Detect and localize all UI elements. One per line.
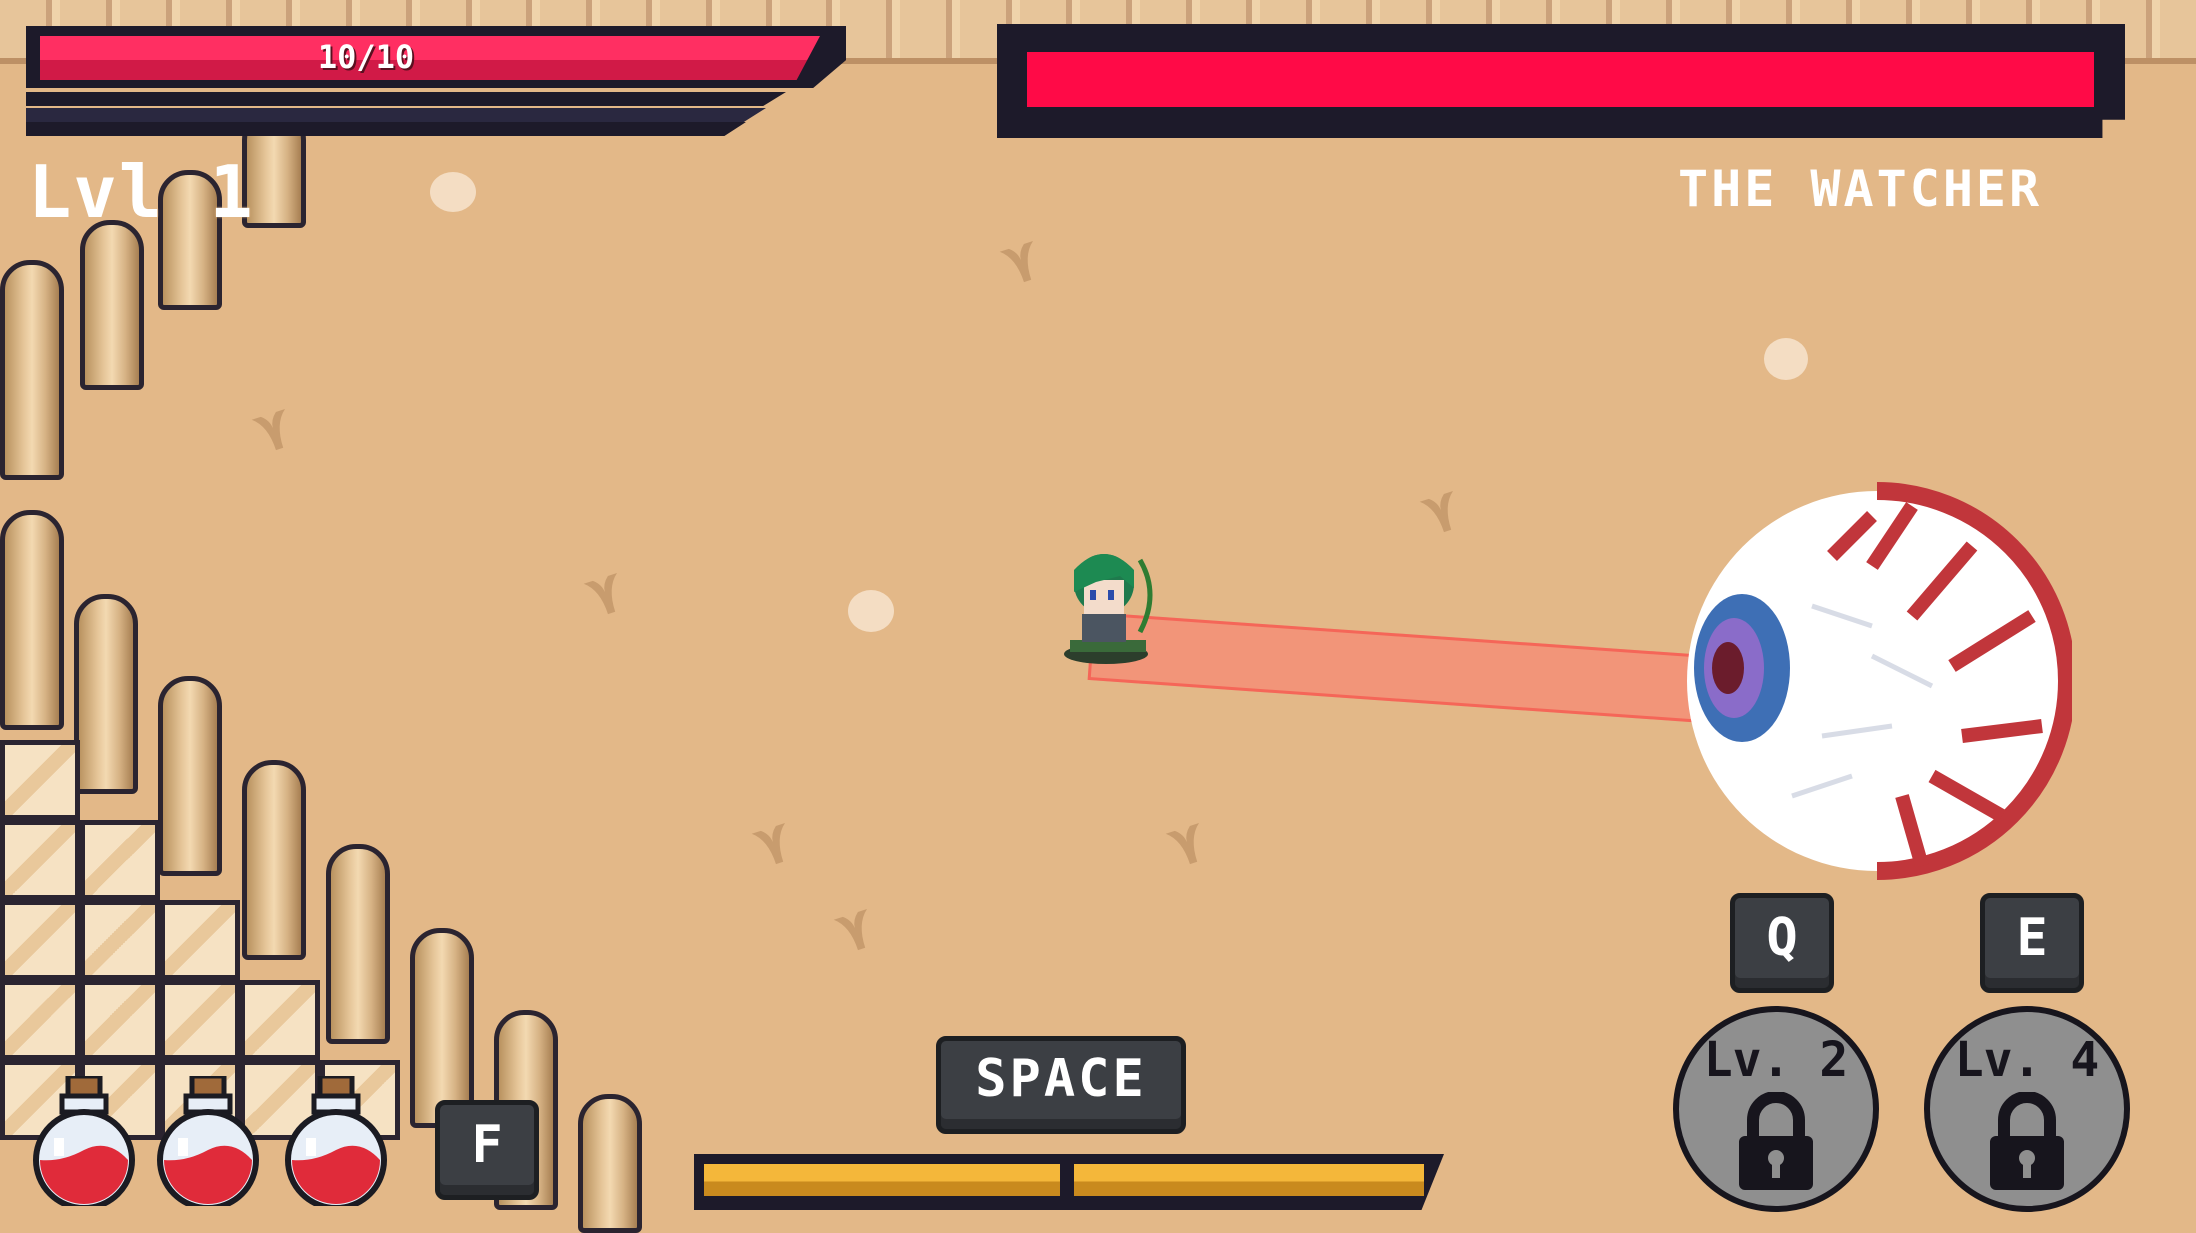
arena-pillar [326,844,390,1044]
arena-pillar [0,510,64,730]
floor-tile [160,900,240,980]
skill-e-level: Lv. 4 [1954,1032,2100,1088]
skill-q-slot-locked[interactable]: Lv. 2 [1673,1006,1879,1212]
player-character [1064,554,1153,664]
skill-e-slot-locked[interactable]: Lv. 4 [1924,1006,2130,1212]
arena-pillar [0,260,64,480]
arena-pillar [80,220,144,390]
boss-name: THE WATCHER [1678,160,2043,218]
skill-q-level: Lv. 2 [1703,1032,1849,1088]
stamina-segment [704,1164,1060,1196]
skill-q-key[interactable]: Q [1730,893,1834,993]
arena-pillar [410,928,474,1128]
lock-icon [1990,1092,2064,1190]
floor-tile [80,820,160,900]
floor-tile [80,980,160,1060]
player-hp-underbar [26,92,786,106]
ground-crack: ⋎ [246,392,301,468]
pebble [848,590,894,632]
arena-pillar [578,1094,642,1233]
floor-tile [80,900,160,980]
floor-tile [0,980,80,1060]
ground-crack: ⋎ [578,556,633,632]
boss-eye-watcher [1687,482,2072,880]
health-potion-icon [285,1076,387,1206]
player-hp-underbar [26,122,746,136]
ground-crack: ⋎ [828,892,883,968]
stamina-segment [1074,1164,1424,1196]
ground-crack: ⋎ [1414,474,1469,550]
pebble [430,172,476,212]
arena-pillar [158,676,222,876]
arena-pillar [242,760,306,960]
health-potion-icon [157,1076,259,1206]
ground-crack: ⋎ [1160,806,1215,882]
lock-icon [1739,1092,1813,1190]
eye-laser-beam [1087,612,1717,724]
player-hp-text: 10/10 [317,38,415,76]
floor-tile [0,740,80,820]
player-level: Lvl 1 [28,150,255,234]
potion-f-key[interactable]: F [435,1100,539,1200]
floor-tile [240,980,320,1060]
dash-space-key[interactable]: SPACE [936,1036,1186,1134]
health-potion-icon [33,1076,135,1206]
pebble [1764,338,1808,380]
floor-tile [0,820,80,900]
floor-tile [160,980,240,1060]
skill-e-key[interactable]: E [1980,893,2084,993]
player-hp-underbar [26,108,766,122]
arena-pillar [74,594,138,794]
floor-tile [0,900,80,980]
ground-crack: ⋎ [746,806,801,882]
boss-hp-fill [1027,52,2094,107]
ground-crack: ⋎ [994,224,1049,300]
